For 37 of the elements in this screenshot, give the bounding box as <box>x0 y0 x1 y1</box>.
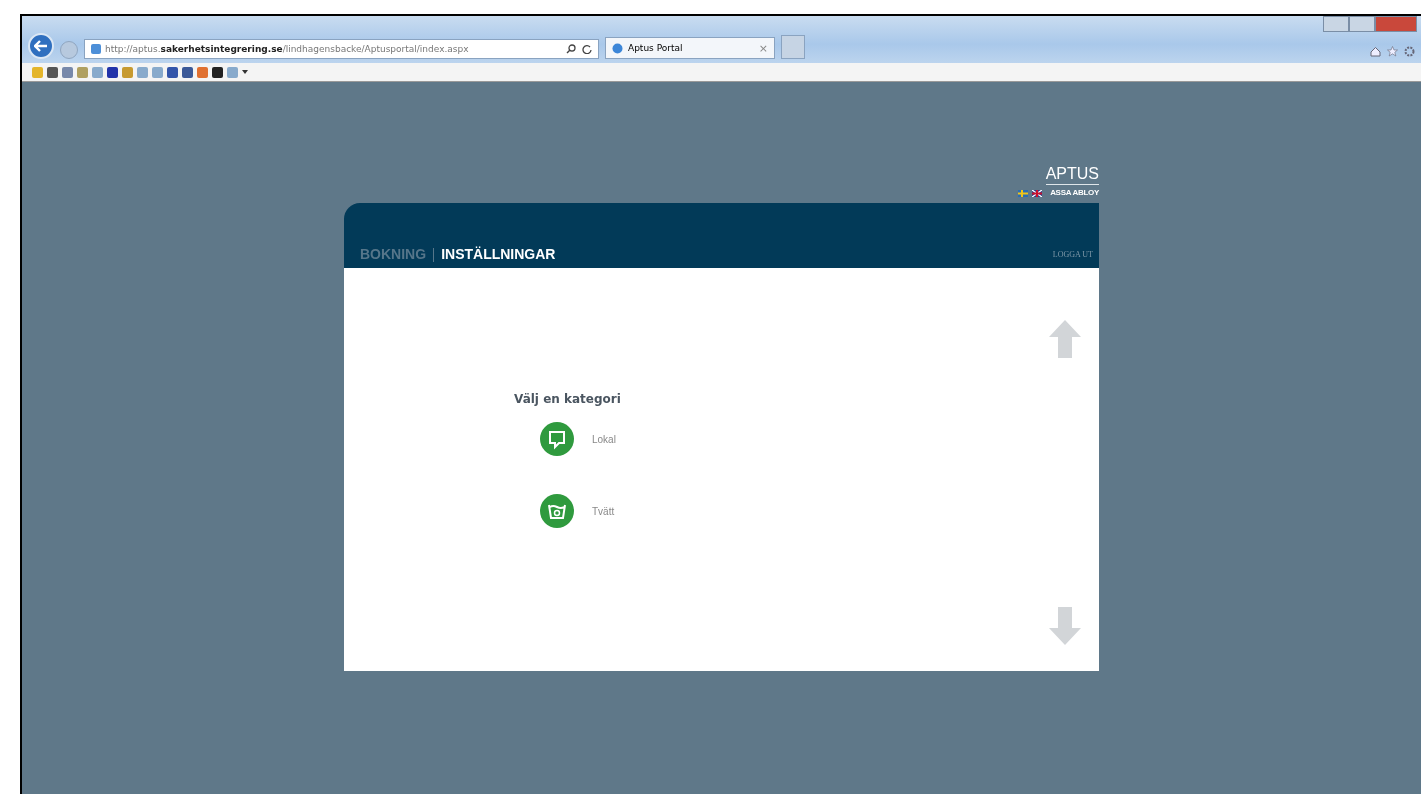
search-icon[interactable] <box>566 44 576 54</box>
down-arrow-icon[interactable] <box>1049 607 1081 645</box>
nav-tab[interactable]: BOKNING <box>360 246 427 262</box>
category-heading: Välj en kategori <box>514 392 621 406</box>
back-button[interactable] <box>28 33 54 59</box>
globe-icon <box>612 42 623 54</box>
british-flag-icon[interactable] <box>1031 190 1042 197</box>
favorite-icon[interactable] <box>182 66 193 78</box>
up-arrow-icon[interactable] <box>1049 320 1081 358</box>
tab-title: Aptus Portal <box>628 43 683 53</box>
favorite-icon[interactable] <box>107 66 118 78</box>
speech-bubble-icon <box>540 422 574 456</box>
address-bar[interactable]: http://aptus.sakerhetsintegrering.se/lindhagensbacke/Aptusportal/index.aspx <box>84 39 599 59</box>
back-arrow-icon <box>34 40 48 52</box>
maximize-button[interactable] <box>1349 16 1375 32</box>
forward-button[interactable] <box>60 41 78 59</box>
home-icon[interactable] <box>1370 46 1381 57</box>
minimize-button[interactable] <box>1323 16 1349 32</box>
star-icon[interactable] <box>1387 46 1398 57</box>
parent-brand: ASSA ABLOY <box>1050 187 1099 197</box>
dropdown-caret-icon[interactable] <box>242 70 248 74</box>
washtub-icon <box>540 494 574 528</box>
category-item[interactable]: Tvätt <box>540 494 621 528</box>
refresh-icon[interactable] <box>582 44 592 54</box>
new-tab-button[interactable] <box>781 35 805 59</box>
page-icon <box>91 44 101 54</box>
favorite-icon[interactable] <box>212 66 223 78</box>
logout-link[interactable]: LOGGA UT <box>1052 250 1093 262</box>
settings-icon[interactable] <box>1404 46 1415 57</box>
nav-tab[interactable]: INSTÄLLNINGAR <box>441 246 556 262</box>
browser-tab[interactable]: Aptus Portal × <box>605 37 775 59</box>
brand-logo: APTUS <box>1045 166 1099 185</box>
favorite-icon[interactable] <box>47 66 58 78</box>
tab-close-button[interactable]: × <box>758 41 768 55</box>
category-item[interactable]: Lokal <box>540 422 621 456</box>
url-text: http://aptus.sakerhetsintegrering.se/lindhagensbacke/Aptusportal/index.aspx <box>105 44 469 54</box>
favorite-icon[interactable] <box>167 66 178 78</box>
